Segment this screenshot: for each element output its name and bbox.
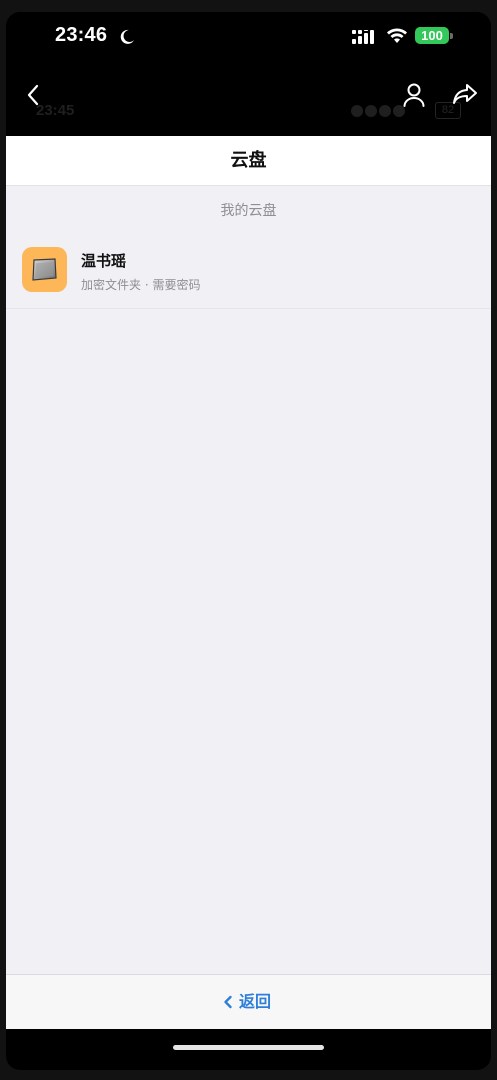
status-bar: 23:46 100 <box>6 12 491 62</box>
status-time: 23:46 <box>55 24 108 46</box>
folder-item[interactable]: 温书瑶 加密文件夹 · 需要密码 <box>6 236 491 309</box>
cloud-page: 云盘 我的云盘 温书瑶 加密文件夹 · 需要密码 返回 <box>6 136 491 1029</box>
cellular-signal-icon <box>352 30 374 44</box>
home-indicator[interactable] <box>173 1045 324 1050</box>
folder-icon <box>22 247 67 292</box>
chevron-left-icon <box>224 995 232 1009</box>
wifi-icon <box>387 28 407 43</box>
moon-icon <box>120 29 134 44</box>
back-button[interactable]: 返回 <box>206 975 296 1029</box>
nav-bar: 23:45 82 <box>6 62 491 136</box>
back-chevron-icon[interactable] <box>22 82 44 108</box>
page-header: 云盘 <box>6 136 491 186</box>
phone-screen: 23:46 100 23:45 82 云盘 我的云盘 温书瑶 加密文件夹 · 需… <box>6 12 491 1070</box>
share-icon[interactable] <box>452 82 478 106</box>
section-label: 我的云盘 <box>220 203 277 219</box>
person-icon[interactable] <box>402 82 426 108</box>
page-title: 云盘 <box>230 150 267 171</box>
back-button-label: 返回 <box>239 992 272 1011</box>
folder-name: 温书瑶 <box>81 252 127 270</box>
battery-indicator: 100 <box>415 27 449 44</box>
device-frame: 23:46 100 23:45 82 云盘 我的云盘 温书瑶 加密文件夹 · 需… <box>0 0 497 1080</box>
bottom-bar: 返回 <box>6 974 491 1029</box>
battery-tip <box>450 33 453 39</box>
folder-subtitle: 加密文件夹 · 需要密码 <box>81 278 201 292</box>
